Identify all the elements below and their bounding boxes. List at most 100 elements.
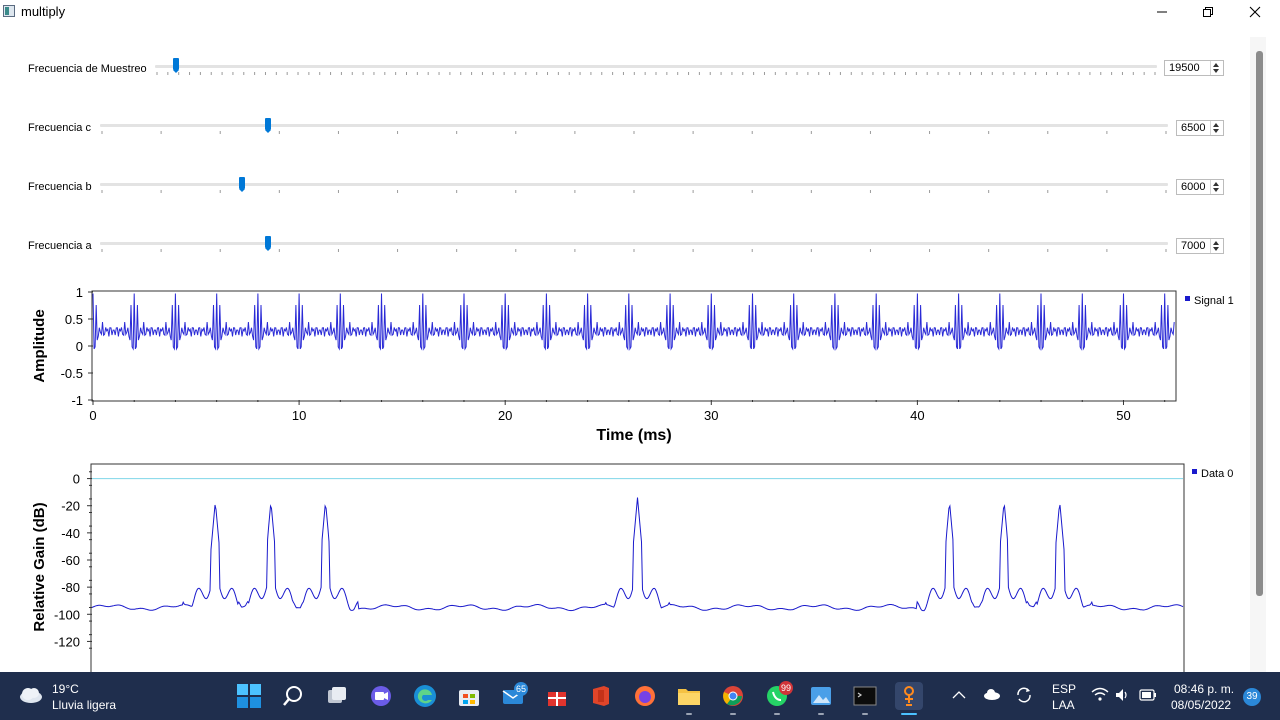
legend-label: Data 0 — [1201, 468, 1233, 480]
x-tick-label: 30 — [704, 408, 718, 423]
wifi-icon[interactable] — [1091, 687, 1109, 703]
spin-up-icon[interactable] — [1213, 241, 1219, 245]
clock-time[interactable]: 08:46 p. m. — [1174, 682, 1234, 696]
terminal-icon[interactable] — [851, 682, 879, 710]
chrome-icon[interactable] — [719, 682, 747, 710]
gnuradio-icon[interactable] — [895, 682, 923, 710]
spinbox-value: 6500 — [1181, 122, 1206, 134]
running-indicator — [730, 713, 736, 715]
slider-label: Frecuencia a — [28, 240, 92, 252]
main-content: Frecuencia de Muestreo 19500 Frecuencia … — [0, 23, 1280, 672]
spinbox-buttons[interactable] — [1210, 239, 1223, 253]
y-tick-label: -120 — [54, 634, 80, 649]
language-top[interactable]: ESP — [1052, 682, 1076, 696]
spinbox-buttons[interactable] — [1210, 180, 1223, 194]
spin-up-icon[interactable] — [1213, 123, 1219, 127]
slider-row-b: Frecuencia b 6000 — [0, 173, 1240, 201]
x-tick-label: 50 — [1116, 408, 1130, 423]
slider-ticks — [156, 72, 1156, 75]
mail-badge: 65 — [514, 682, 529, 696]
frequency-plot[interactable]: 0 -20 -40 -60 -80 -100 -120 Data 0 Relative Ga… — [0, 462, 1240, 672]
notification-badge[interactable]: 39 — [1243, 688, 1261, 706]
legend-swatch — [1185, 296, 1190, 301]
window-title: multiply — [21, 4, 66, 19]
close-button[interactable] — [1232, 0, 1278, 23]
y-tick-label: -100 — [54, 607, 80, 622]
search-icon[interactable] — [279, 682, 307, 710]
office-icon[interactable] — [587, 682, 615, 710]
clock-date[interactable]: 08/05/2022 — [1171, 698, 1231, 712]
slider-label: Frecuencia b — [28, 181, 92, 193]
y-tick-label: 0.5 — [65, 312, 83, 327]
spinbox[interactable]: 6000 — [1176, 179, 1224, 195]
y-tick-label: -40 — [61, 526, 80, 541]
x-tick-label: 40 — [910, 408, 924, 423]
restore-icon — [1203, 6, 1213, 17]
slider-label: Frecuencia de Muestreo — [28, 63, 147, 75]
x-tick-label: 20 — [498, 408, 512, 423]
running-indicator — [774, 713, 780, 715]
time-plot[interactable]: 0 10 20 30 40 50 1 0.5 0 -0.5 -1 Signal 1 Time (m… — [0, 286, 1240, 446]
volume-icon[interactable] — [1115, 688, 1131, 702]
slider-track[interactable] — [100, 183, 1168, 186]
spinbox-buttons[interactable] — [1210, 121, 1223, 135]
slider-track[interactable] — [100, 124, 1168, 127]
slider-thumb[interactable] — [239, 177, 245, 192]
spinbox[interactable]: 19500 — [1164, 60, 1224, 76]
task-view-icon[interactable] — [323, 682, 351, 710]
active-indicator — [901, 713, 917, 715]
slider-track[interactable] — [155, 65, 1157, 68]
spinbox-buttons[interactable] — [1210, 61, 1223, 75]
slider-thumb[interactable] — [265, 118, 271, 133]
slider-track[interactable] — [100, 242, 1168, 245]
running-indicator — [862, 713, 868, 715]
chat-icon[interactable] — [367, 682, 395, 710]
x-tick-label: 0 — [89, 408, 96, 423]
firefox-icon[interactable] — [631, 682, 659, 710]
weather-icon[interactable] — [18, 685, 44, 705]
slider-ticks — [101, 249, 1167, 252]
restore-button[interactable] — [1185, 0, 1231, 23]
file-explorer-icon[interactable] — [675, 682, 703, 710]
language-bottom[interactable]: LAA — [1052, 698, 1075, 712]
spin-down-icon[interactable] — [1213, 69, 1219, 73]
weather-temp[interactable]: 19°C — [52, 682, 79, 696]
y-axis-label: Amplitude — [31, 309, 48, 382]
y-tick-label: 0 — [73, 472, 80, 487]
running-indicator — [686, 713, 692, 715]
chevron-up-icon[interactable] — [952, 690, 966, 700]
store-icon[interactable] — [455, 682, 483, 710]
photos-icon[interactable] — [807, 682, 835, 710]
spinbox-value: 6000 — [1181, 181, 1206, 193]
minimize-icon — [1157, 11, 1167, 12]
edge-icon[interactable] — [411, 682, 439, 710]
slider-ticks — [101, 190, 1167, 193]
spin-down-icon[interactable] — [1213, 129, 1219, 133]
slider-thumb[interactable] — [265, 236, 271, 251]
minimize-button[interactable] — [1139, 0, 1185, 23]
spin-down-icon[interactable] — [1213, 247, 1219, 251]
plot-frame — [90, 463, 1185, 672]
title-bar: multiply — [0, 0, 1280, 23]
battery-icon[interactable] — [1139, 689, 1157, 701]
spinbox[interactable]: 6500 — [1176, 120, 1224, 136]
cloud-icon[interactable] — [983, 688, 1001, 700]
y-tick-label: 1 — [76, 286, 83, 300]
weather-desc[interactable]: Lluvia ligera — [52, 698, 116, 712]
spin-down-icon[interactable] — [1213, 188, 1219, 192]
running-indicator — [818, 713, 824, 715]
spin-up-icon[interactable] — [1213, 63, 1219, 67]
spinbox-value: 7000 — [1181, 240, 1206, 252]
spinbox[interactable]: 7000 — [1176, 238, 1224, 254]
taskbar: 19°C Lluvia ligera 65 99 ESP LAA 08:46 p… — [0, 672, 1280, 720]
app-icon — [3, 5, 15, 17]
vertical-scrollbar[interactable] — [1250, 37, 1266, 672]
slider-thumb[interactable] — [173, 58, 179, 73]
scrollbar-thumb[interactable] — [1256, 51, 1263, 596]
slider-row-a: Frecuencia a 7000 — [0, 232, 1240, 260]
y-tick-label: -20 — [61, 499, 80, 514]
gift-icon[interactable] — [543, 682, 571, 710]
start-icon[interactable] — [235, 682, 263, 710]
spin-up-icon[interactable] — [1213, 182, 1219, 186]
sync-icon[interactable] — [1015, 686, 1033, 704]
